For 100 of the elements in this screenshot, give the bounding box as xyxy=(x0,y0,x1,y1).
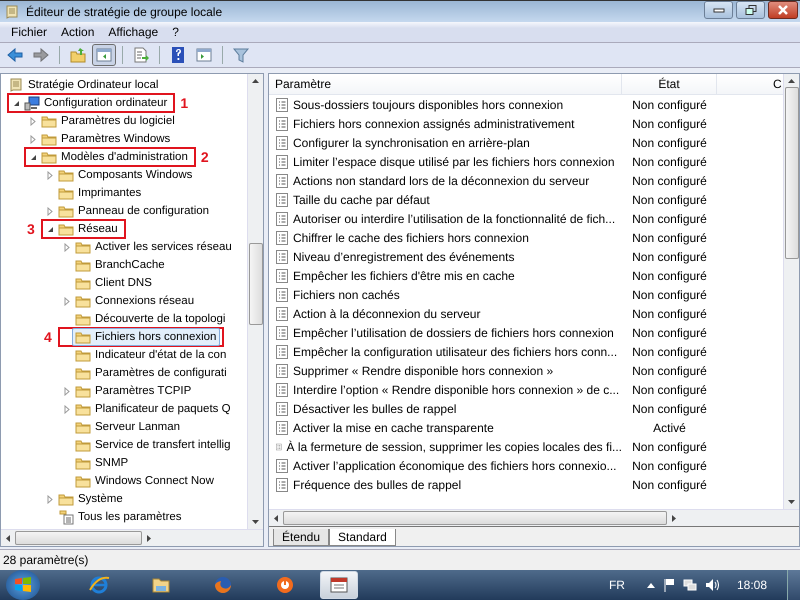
up-arrow-icon xyxy=(252,79,259,83)
tree-item[interactable]: Stratégie Ordinateur local xyxy=(5,76,162,94)
settings-list-icon xyxy=(58,509,74,525)
back-arrow-icon xyxy=(6,46,24,64)
setting-icon xyxy=(276,306,288,320)
setting-name[interactable]: Supprimer « Rendre disponible hors connexion » xyxy=(269,364,622,378)
callout-number: 1 xyxy=(180,95,188,111)
tree-item[interactable]: Paramètres de configurati xyxy=(72,364,231,382)
tree-item[interactable]: Activer les services réseau xyxy=(72,238,236,256)
setting-name[interactable]: Configurer la synchronisation en arrière-plan xyxy=(269,136,622,150)
menu-item[interactable]: Affichage xyxy=(101,25,166,39)
setting-state: Non configuré xyxy=(631,344,708,358)
setting-name[interactable]: À la fermeture de session, supprimer les copies locales des fi... xyxy=(269,440,622,454)
menu-item[interactable]: Fichier xyxy=(4,25,54,39)
scroll-thumb[interactable] xyxy=(15,531,142,545)
callout-number: 4 xyxy=(44,329,52,345)
setting-state: Non configuré xyxy=(631,440,708,454)
setting-name[interactable]: Actions non standard lors de la déconnexion du serveur xyxy=(269,174,622,188)
setting-name[interactable]: Autoriser ou interdire l’utilisation de la fonctionnalité de fich... xyxy=(269,212,622,226)
setting-state: Non configuré xyxy=(631,364,708,378)
setting-name[interactable]: Activer la mise en cache transparente xyxy=(269,420,622,434)
clock: 18:08 xyxy=(736,578,767,592)
tree-item[interactable]: Planificateur de paquets Q xyxy=(72,400,235,418)
view-tab[interactable]: Étendu xyxy=(273,529,330,546)
setting-state: Non configuré xyxy=(631,382,708,396)
tree-item[interactable]: SNMP xyxy=(72,454,132,472)
menu-item[interactable]: ? xyxy=(165,25,186,39)
minimize-button[interactable] xyxy=(704,1,733,19)
column-header[interactable]: État xyxy=(622,74,717,94)
tree-item[interactable]: Connexions réseau xyxy=(72,292,198,310)
setting-name[interactable]: Fichiers non cachés xyxy=(269,288,622,302)
setting-icon xyxy=(276,364,288,378)
setting-state: Non configuré xyxy=(631,136,708,150)
tree-item[interactable]: Fichiers hors connexion xyxy=(72,328,220,346)
setting-icon xyxy=(276,402,288,416)
setting-state: Non configuré xyxy=(631,268,708,282)
setting-name[interactable]: Chiffrer le cache des fichiers hors connexion xyxy=(269,230,622,244)
tree-item[interactable]: Paramètres du logiciel xyxy=(38,112,179,130)
start-button[interactable] xyxy=(6,570,40,600)
setting-state: Non configuré xyxy=(631,174,708,188)
setting-name[interactable]: Activer l’application économique des fichiers hors connexio... xyxy=(269,458,622,472)
toolbar-button[interactable] xyxy=(92,44,116,66)
speaker-icon xyxy=(704,578,719,592)
taskbar-app[interactable] xyxy=(320,571,358,599)
setting-name[interactable]: Désactiver les bulles de rappel xyxy=(269,402,622,416)
setting-name[interactable]: Interdire l’option « Rendre disponible hors connexion » de c... xyxy=(269,382,622,396)
tree-item[interactable]: Service de transfert intellig xyxy=(72,436,235,454)
filter-icon xyxy=(232,46,250,64)
scroll-thumb[interactable] xyxy=(248,243,262,325)
setting-name[interactable]: Fréquence des bulles de rappel xyxy=(269,478,622,492)
setting-name[interactable]: Empêcher l’utilisation de dossiers de fichiers hors connexion xyxy=(269,326,622,340)
setting-name[interactable]: Empêcher les fichiers d'être mis en cache xyxy=(269,268,622,282)
tree-item[interactable]: Paramètres Windows xyxy=(38,130,174,148)
setting-icon xyxy=(276,192,288,206)
language-indicator[interactable]: FR xyxy=(608,578,625,592)
tree-item[interactable]: Serveur Lanman xyxy=(72,418,184,436)
tree-item[interactable]: Panneau de configuration xyxy=(55,202,214,220)
setting-icon xyxy=(276,250,288,264)
horizontal-scrollbar[interactable] xyxy=(1,529,263,546)
vertical-scrollbar[interactable] xyxy=(247,74,263,529)
view-tab[interactable]: Standard xyxy=(329,529,396,546)
setting-name[interactable]: Empêcher la configuration utilisateur des fichiers hors conn... xyxy=(269,344,622,358)
column-header[interactable]: Paramètre xyxy=(269,74,622,94)
column-header[interactable]: C xyxy=(717,74,783,94)
folder-up-icon xyxy=(69,46,87,64)
vertical-scrollbar[interactable] xyxy=(783,74,799,509)
show-desktop-button[interactable] xyxy=(787,570,800,600)
tree-item[interactable]: Composants Windows xyxy=(55,166,196,184)
setting-name[interactable]: Taille du cache par défaut xyxy=(269,192,622,206)
setting-state: Non configuré xyxy=(631,306,708,320)
pane-toggle-icon xyxy=(95,46,113,64)
close-button[interactable] xyxy=(768,1,798,19)
tree-item[interactable]: Modèles d'administration xyxy=(38,148,192,166)
tree-item[interactable]: Système xyxy=(55,490,127,508)
tree-item[interactable]: Client DNS xyxy=(72,274,156,292)
left-arrow-icon xyxy=(274,514,278,522)
tree-item[interactable]: Réseau xyxy=(55,220,122,238)
setting-name[interactable]: Sous-dossiers toujours disponibles hors connexion xyxy=(269,98,622,112)
setting-state: Non configuré xyxy=(631,116,708,130)
pane-toggle-icon xyxy=(195,46,213,64)
setting-name[interactable]: Limiter l’espace disque utilisé par les fichiers hors connexion xyxy=(269,154,622,168)
setting-name[interactable]: Niveau d’enregistrement des événements xyxy=(269,250,622,264)
tree-item[interactable]: Découverte de la topologi xyxy=(72,310,230,328)
tree-item[interactable]: Paramètres TCPIP xyxy=(72,382,196,400)
tree-item[interactable]: Windows Connect Now xyxy=(72,472,218,490)
setting-name[interactable]: Action à la déconnexion du serveur xyxy=(269,306,622,320)
setting-state: Non configuré xyxy=(631,230,708,244)
scroll-icon xyxy=(8,77,24,93)
menu-item[interactable]: Action xyxy=(54,25,102,39)
window-title: Éditeur de stratégie de groupe locale xyxy=(26,4,224,18)
scroll-thumb[interactable] xyxy=(283,511,667,525)
horizontal-scrollbar[interactable] xyxy=(269,509,799,526)
setting-name[interactable]: Fichiers hors connexion assignés administrativement xyxy=(269,116,622,130)
tree-item[interactable]: Indicateur d'état de la con xyxy=(72,346,230,364)
restore-button[interactable] xyxy=(736,1,765,19)
tree-item[interactable]: BranchCache xyxy=(72,256,169,274)
scroll-thumb[interactable] xyxy=(784,87,798,259)
tree-item[interactable]: Configuration ordinateur xyxy=(21,94,172,112)
tree-item[interactable]: Tous les paramètres xyxy=(55,508,186,526)
tree-item[interactable]: Imprimantes xyxy=(55,184,146,202)
